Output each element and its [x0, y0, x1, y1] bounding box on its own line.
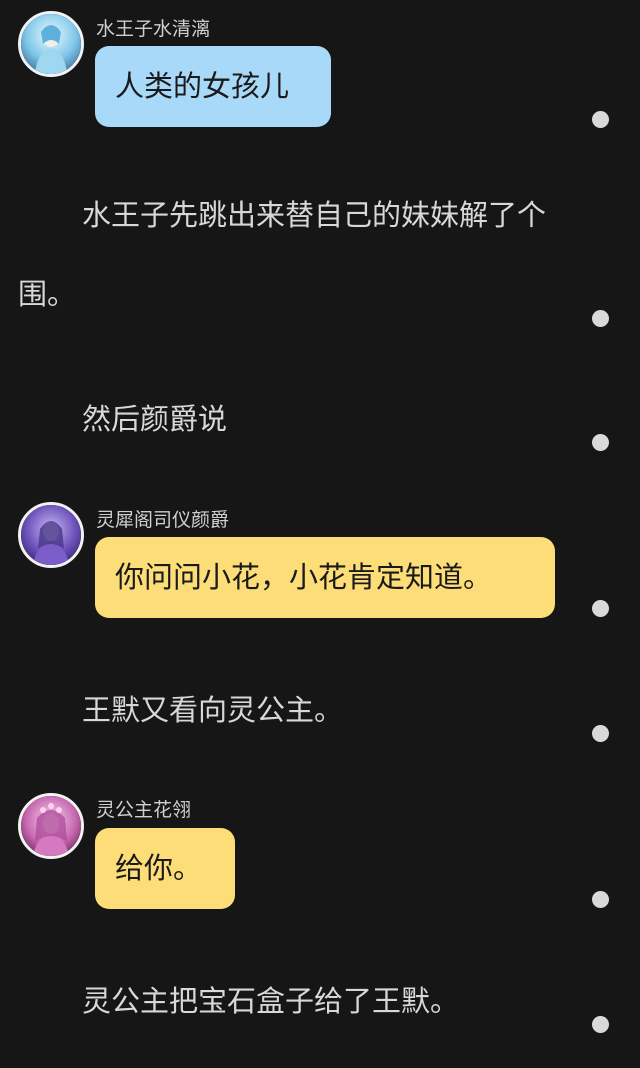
narration-text: 王默又看向灵公主。	[82, 693, 344, 727]
message-dot-button[interactable]	[592, 891, 609, 908]
message-dot-button[interactable]	[592, 1016, 609, 1033]
message-dot-button[interactable]	[592, 725, 609, 742]
ling-princess-avatar-icon	[21, 796, 81, 856]
message-dot-button[interactable]	[592, 111, 609, 128]
narration-text: 灵公主把宝石盒子给了王默。	[82, 984, 460, 1018]
speaker-name: 灵犀阁司仪颜爵	[96, 509, 230, 531]
chat-bubble: 给你。	[95, 828, 235, 909]
message-dot-button[interactable]	[592, 600, 609, 617]
chat-bubble: 你问问小花，小花肯定知道。	[95, 537, 555, 618]
water-prince-avatar-icon	[21, 14, 81, 74]
narration-text: 水王子先跳出来替自己的妹妹解了个围。	[18, 198, 547, 311]
message-dot-button[interactable]	[592, 434, 609, 451]
avatar-master-of-ceremonies[interactable]	[18, 502, 84, 568]
master-of-ceremonies-avatar-icon	[21, 505, 81, 565]
avatar-ling-princess[interactable]	[18, 793, 84, 859]
narration-text: 然后颜爵说	[82, 402, 228, 436]
avatar-water-prince[interactable]	[18, 11, 84, 77]
message-dot-button[interactable]	[592, 310, 609, 327]
chat-bubble: 人类的女孩儿	[95, 46, 331, 127]
speaker-name: 水王子水清漓	[96, 18, 211, 40]
speaker-name: 灵公主花翎	[96, 799, 192, 821]
